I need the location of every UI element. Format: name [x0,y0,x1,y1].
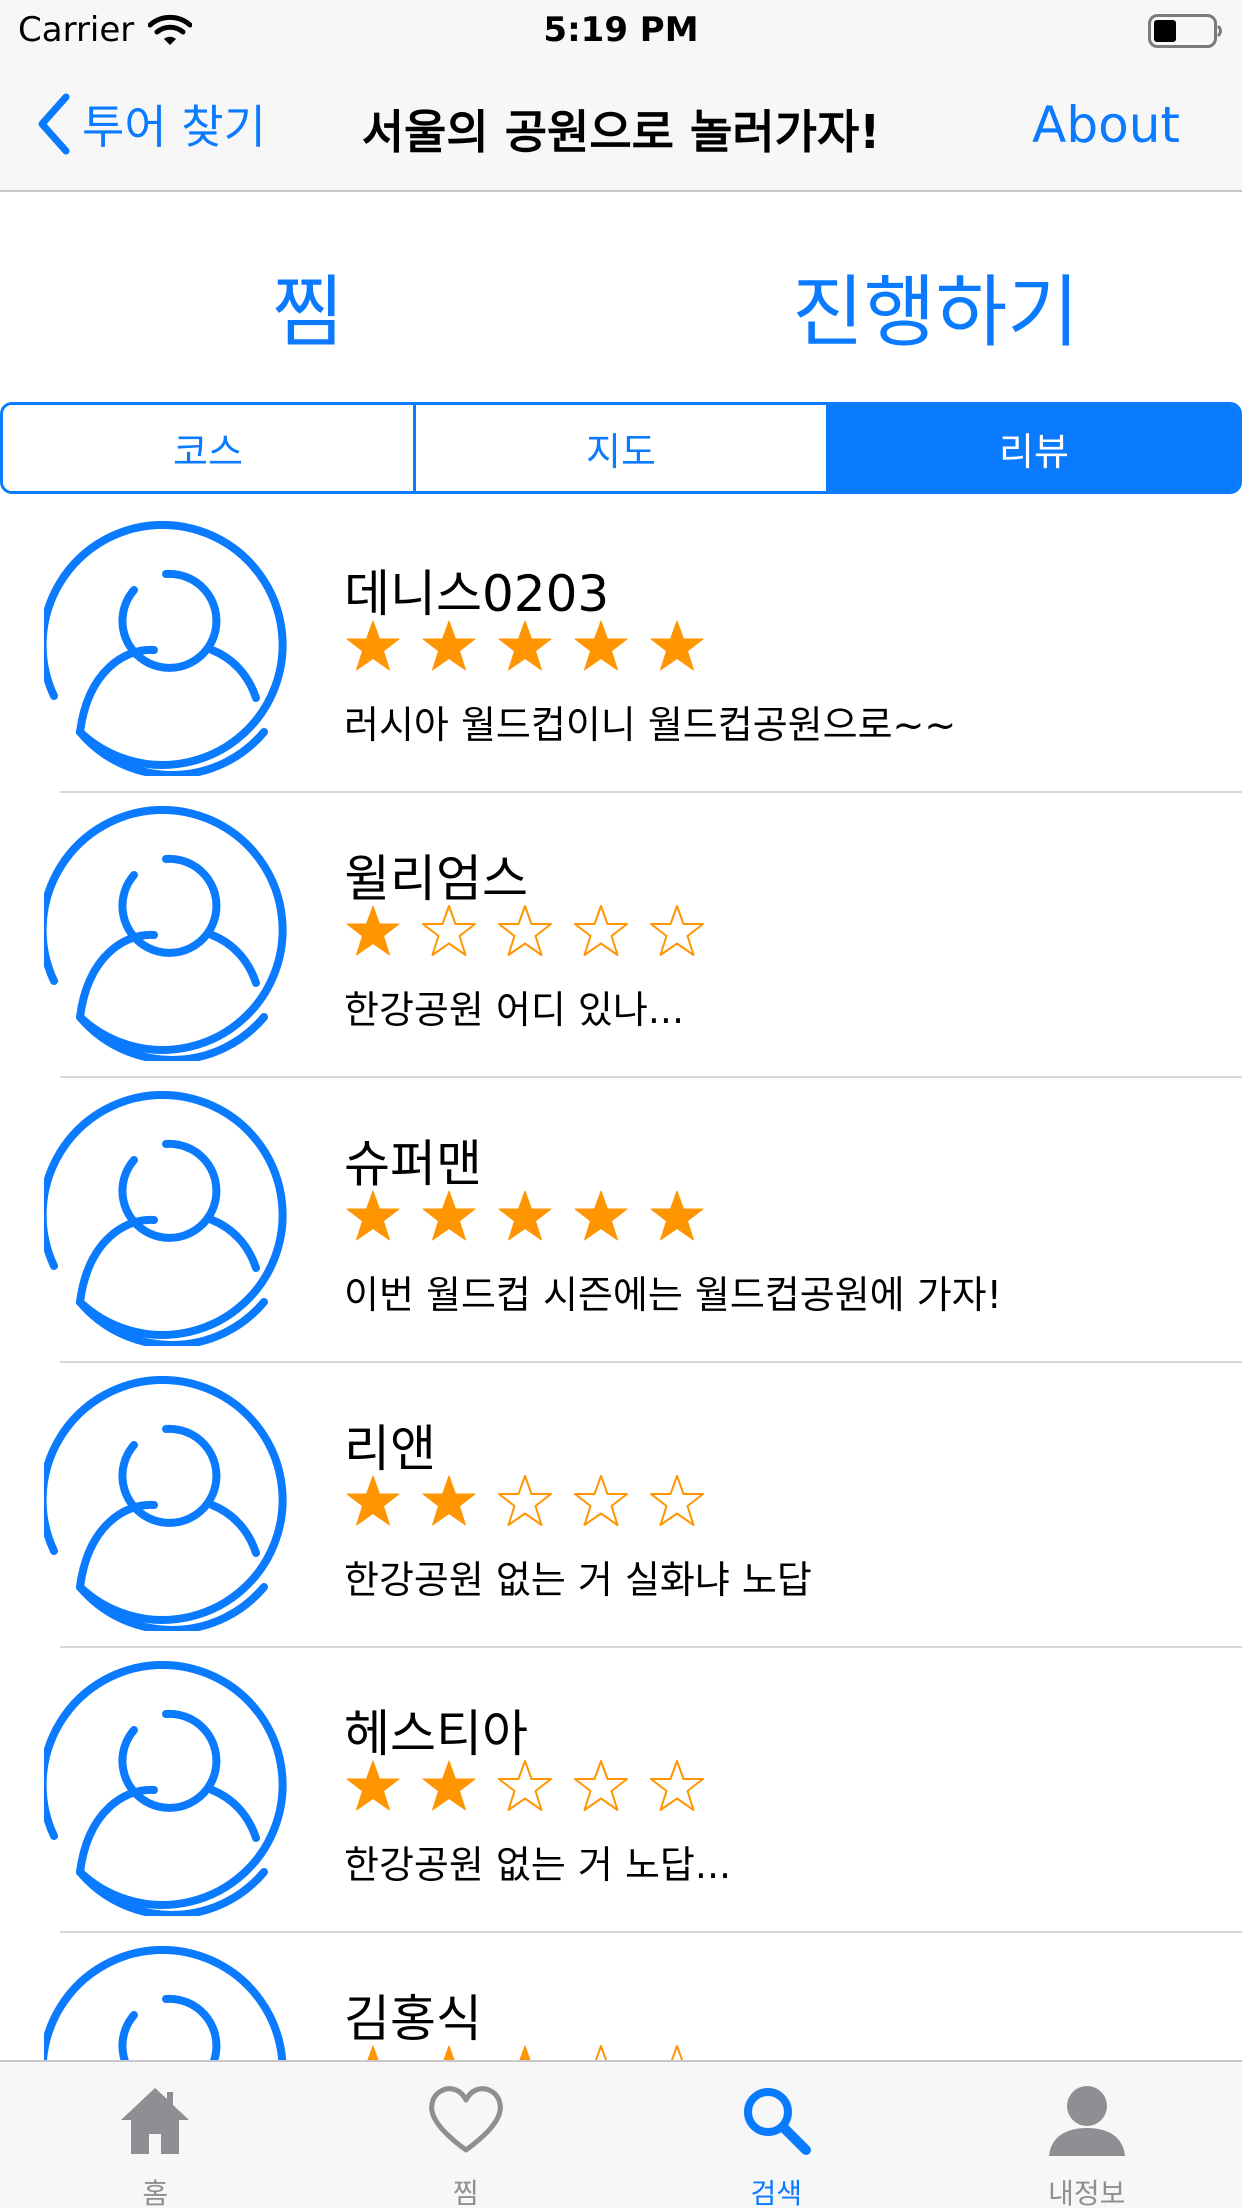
star-empty-icon [670,2045,684,2060]
star-empty-icon [650,1475,704,1526]
avatar-icon [44,1091,287,1346]
reviewer-name: 헤스티아 [344,1705,528,1763]
segment-map[interactable]: 지도 [413,405,826,491]
review-text: 한강공원 어디 있나... [344,988,685,1032]
star-filled-icon [422,1190,476,1241]
star-filled-icon [498,620,552,671]
review-list[interactable]: 데니스0203 러시아 월드컵이니 월드컵공원으로~~ 윌리엄스 한강공원 어디… [0,508,1242,2060]
reviewer-name: 리앤 [344,1420,436,1478]
star-filled-icon [422,1760,476,1811]
star-filled-icon [519,2045,531,2060]
segment-course[interactable]: 코스 [3,405,413,491]
profile-icon [1048,2086,1125,2156]
tab-bar: 홈 찜 검색 내정보 [0,2060,1242,2208]
star-rating [344,618,706,676]
review-text: 러시아 월드컵이니 월드컵공원으로~~ [344,703,957,747]
tab-label: 검색 [750,2177,803,2208]
tab-profile[interactable]: 내정보 [932,2062,1242,2208]
star-empty-icon [498,905,552,956]
star-rating [344,2043,706,2060]
star-empty-icon [498,1760,552,1811]
search-icon [744,2088,812,2155]
segmented-control: 코스 지도 리뷰 [0,402,1242,494]
avatar-icon [44,806,287,1061]
star-empty-icon [574,1760,628,1811]
review-row[interactable]: 슈퍼맨 이번 월드컵 시즌에는 월드컵공원에 가자! [0,1078,1242,1363]
review-text: 이번 월드컵 시즌에는 월드컵공원에 가자! [344,1273,1002,1317]
star-filled-icon [346,905,400,956]
heart-icon [428,2086,503,2153]
star-rating [344,903,706,961]
star-empty-icon [594,2045,608,2060]
action-row: 찜 진행하기 [0,194,1242,404]
star-filled-icon [650,620,704,671]
clock: 5:19 PM [543,10,699,50]
review-row[interactable]: 김홍식 [0,1933,1242,2060]
tab-label: 홈 [142,2177,169,2208]
reviewer-name: 윌리엄스 [344,850,528,908]
tab-home[interactable]: 홈 [0,2062,311,2208]
star-empty-icon [422,905,476,956]
star-empty-icon [574,905,628,956]
star-filled-icon [346,620,400,671]
reviewer-name: 김홍식 [344,1990,482,2048]
reviewer-name: 데니스0203 [344,565,610,623]
navigation-bar: 투어 찾기 서울의 공원으로 놀러가자! About [0,60,1242,192]
star-filled-icon [367,2045,379,2060]
review-text: 한강공원 없는 거 실화냐 노답 [344,1558,812,1602]
star-filled-icon [574,620,628,671]
star-rating [344,1188,706,1246]
battery-icon [1148,14,1222,48]
star-filled-icon [422,1475,476,1526]
star-empty-icon [498,1475,552,1526]
star-empty-icon [650,905,704,956]
star-filled-icon [346,1190,400,1241]
star-filled-icon [498,1190,552,1241]
review-row[interactable]: 데니스0203 러시아 월드컵이니 월드컵공원으로~~ [0,508,1242,793]
avatar-icon [44,1376,287,1631]
reviewer-name: 슈퍼맨 [344,1135,482,1193]
home-icon [121,2088,190,2154]
review-row[interactable]: 헤스티아 한강공원 없는 거 노답... [0,1648,1242,1933]
screen: Carrier 5:19 PM 투어 찾기 서울의 공원으로 놀러가자! Abo… [0,0,1242,2208]
tab-label: 찜 [452,2177,479,2208]
about-button[interactable]: About [1032,96,1180,154]
proceed-button[interactable]: 진행하기 [792,250,1079,362]
tab-label: 내정보 [1048,2177,1126,2208]
star-filled-icon [443,2045,455,2060]
tab-zzim[interactable]: 찜 [311,2062,622,2208]
tab-search[interactable]: 검색 [621,2062,932,2208]
status-bar: Carrier 5:19 PM [0,0,1242,60]
avatar-icon [44,521,287,776]
avatar-icon [44,1661,287,1916]
star-filled-icon [422,620,476,671]
star-filled-icon [574,1190,628,1241]
star-filled-icon [346,1760,400,1811]
review-row[interactable]: 윌리엄스 한강공원 어디 있나... [0,793,1242,1078]
zzim-button[interactable]: 찜 [272,250,344,362]
star-filled-icon [346,1475,400,1526]
star-rating [344,1473,706,1531]
avatar-icon [44,1946,287,2060]
star-empty-icon [650,1760,704,1811]
segment-review[interactable]: 리뷰 [826,405,1239,491]
star-empty-icon [574,1475,628,1526]
review-row[interactable]: 리앤 한강공원 없는 거 실화냐 노답 [0,1363,1242,1648]
star-filled-icon [650,1190,704,1241]
review-text: 한강공원 없는 거 노답... [344,1843,732,1887]
star-rating [344,1758,706,1816]
